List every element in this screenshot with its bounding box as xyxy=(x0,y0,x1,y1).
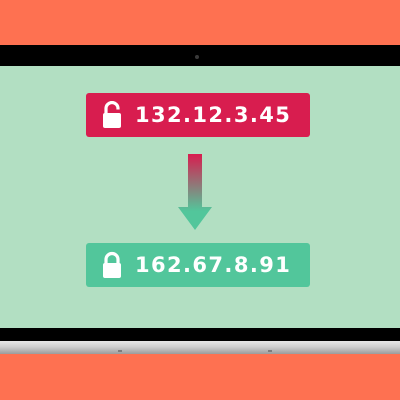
target-ip-box: 162.67.8.91 xyxy=(86,243,310,287)
arrow-down-icon xyxy=(178,154,212,230)
base-hinge-left xyxy=(118,350,122,352)
locked-padlock-icon xyxy=(103,251,121,278)
source-ip-box: 132.12.3.45 xyxy=(86,93,310,137)
laptop-base xyxy=(0,341,400,354)
unlocked-padlock-icon xyxy=(103,101,121,128)
webcam-dot xyxy=(195,55,199,59)
base-hinge-right xyxy=(268,350,272,352)
source-ip-address: 132.12.3.45 xyxy=(135,103,292,127)
target-ip-address: 162.67.8.91 xyxy=(135,253,292,277)
